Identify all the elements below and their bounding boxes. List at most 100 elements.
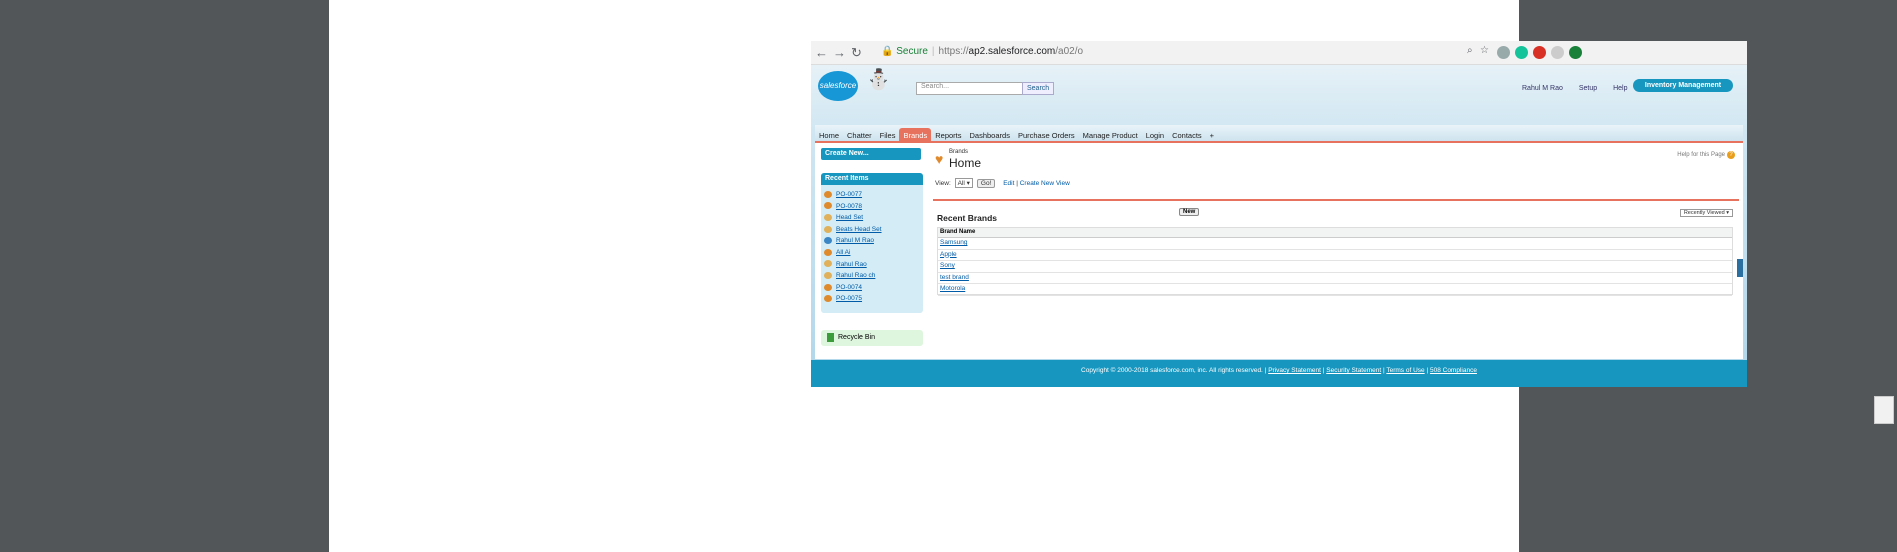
tab-reports[interactable]: Reports [931,128,965,144]
product-icon [824,225,832,233]
collapse-handle[interactable] [1737,259,1743,277]
copyright-text: Copyright © 2000-2018 salesforce.com, in… [1081,367,1263,374]
app-menu-button[interactable]: Inventory Management [1633,79,1733,92]
recent-item[interactable]: All Ai [821,247,923,259]
recent-item[interactable]: PO-0078 [821,201,923,213]
privacy-link[interactable]: Privacy Statement [1268,367,1321,374]
brands-table: Brand Name Samsung Apple Sony test brand… [937,227,1733,296]
grammarly-icon[interactable] [1515,46,1528,59]
url-prefix: https:// [938,46,969,57]
table-row[interactable]: Motorola [938,284,1732,296]
main-panel: ♥ Brands Home Help for this Page? View: … [933,143,1739,359]
view-select[interactable]: All ▾ [954,178,973,188]
tab-contacts[interactable]: Contacts [1168,128,1206,144]
recent-items-title: Recent Items [821,173,923,185]
tab-manage-product[interactable]: Manage Product [1079,128,1142,144]
person-icon [824,237,832,245]
recent-item[interactable]: PO-0074 [821,282,923,294]
table-row[interactable]: Samsung [938,238,1732,250]
create-new-button[interactable]: Create New... [821,148,921,160]
recent-item[interactable]: Rahul Rao [821,259,923,271]
salesforce-logo[interactable]: salesforce [818,71,858,101]
search-button[interactable]: Search [1022,82,1055,95]
footer: Copyright © 2000-2018 salesforce.com, in… [811,360,1747,387]
setup-link[interactable]: Setup [1579,85,1597,92]
login-icon [824,271,832,279]
search-input[interactable]: Search... [916,82,1026,95]
table-row[interactable]: test brand [938,273,1732,284]
heart-icon [824,283,832,291]
trash-icon [827,332,834,342]
table-row[interactable]: Apple [938,250,1732,261]
recent-item[interactable]: Rahul M Rao [821,235,923,247]
back-icon[interactable]: ← [815,45,828,60]
address-bar[interactable]: 🔒 Secure | https://ap2.salesforce.com/a02/… [881,46,1083,57]
column-header: Brand Name [938,228,1732,238]
document-page: ← → ↻ 🔒 Secure | https://ap2.salesforce.co… [329,0,1747,552]
recent-item[interactable]: Head Set [821,212,923,224]
heart-icon: ♥ [935,151,944,167]
terms-link[interactable]: Terms of Use [1386,367,1424,374]
recent-item[interactable]: PO-0075 [821,293,923,305]
breadcrumb: Brands [949,149,969,155]
url-host: ap2.salesforce.com [968,46,1056,57]
help-link[interactable]: Help [1613,85,1627,92]
snowman-icon: ⛄ [866,69,891,91]
security-link[interactable]: Security Statement [1326,367,1381,374]
sidebar: Create New... Recent Items PO-0077 PO-00… [815,143,925,359]
login-icon [824,260,832,268]
secure-label: Secure [896,46,928,57]
star-icon[interactable]: ☆ [1480,45,1489,56]
view-label: View: [935,180,951,187]
new-button[interactable]: New [1179,208,1200,216]
salesforce-app: salesforce ⛄ Search... Search Rahul M Ra… [811,65,1747,387]
tab-login[interactable]: Login [1142,128,1168,144]
recent-item[interactable]: PO-0077 [821,189,923,201]
tab-home[interactable]: Home [815,128,843,144]
tab-more[interactable]: + [1206,128,1218,144]
compliance-link[interactable]: 508 Compliance [1430,367,1477,374]
heart-icon [824,248,832,256]
heart-icon [824,295,832,303]
go-button[interactable]: Go! [976,179,996,188]
tab-brands[interactable]: Brands [899,128,932,144]
tab-dashboards[interactable]: Dashboards [966,128,1014,144]
tab-bar: Home Chatter Files Brands Reports Dashboards P… [815,125,1743,144]
recently-viewed-select[interactable]: Recently Viewed ▾ [1679,209,1733,217]
edit-view-link[interactable]: Edit [1003,180,1014,187]
help-page-link[interactable]: Help for this Page? [1677,151,1735,159]
help-icon: ? [1727,151,1735,159]
user-links: Rahul M Rao Setup Help [1522,85,1641,92]
scrollbar[interactable] [1871,0,1897,552]
page-title: Home [949,156,982,170]
scrollbar-thumb[interactable] [1874,396,1894,424]
forward-icon[interactable]: → [833,45,846,60]
reload-icon[interactable]: ↻ [851,45,862,61]
recent-brands-section: Recent Brands New Recently Viewed ▾ Bran… [933,201,1739,296]
extension-icon[interactable] [1551,46,1564,59]
user-menu[interactable]: Rahul M Rao [1522,85,1563,92]
url-path: /a02/o [1055,46,1084,57]
screenshot-image: ← → ↻ 🔒 Secure | https://ap2.salesforce.co… [811,41,1747,387]
recent-item[interactable]: Beats Head Set [821,224,923,236]
extension-icon[interactable] [1497,46,1510,59]
recent-items-panel: Recent Items PO-0077 PO-0078 Head Set Be… [821,173,923,313]
content-area: Create New... Recent Items PO-0077 PO-00… [815,143,1743,359]
table-row[interactable]: Sony [938,261,1732,273]
tab-files[interactable]: Files [876,128,900,144]
tab-purchase-orders[interactable]: Purchase Orders [1014,128,1079,144]
heart-icon [824,190,832,198]
download-icon[interactable] [1569,46,1582,59]
recent-item[interactable]: Rahul Rao ch [821,270,923,282]
browser-toolbar: ← → ↻ 🔒 Secure | https://ap2.salesforce.co… [811,41,1747,65]
adblock-icon[interactable] [1533,46,1546,59]
recycle-bin-link[interactable]: Recycle Bin [821,330,923,346]
create-view-link[interactable]: Create New View [1020,180,1070,187]
zoom-icon[interactable]: ⌕ [1467,45,1473,56]
view-row: View: All ▾ Go! Edit | Create New View [935,178,1070,188]
product-icon [824,213,832,221]
lock-icon: 🔒 [881,46,894,57]
tab-chatter[interactable]: Chatter [843,128,876,144]
recent-brands-title: Recent Brands [937,213,997,223]
heart-icon [824,202,832,210]
